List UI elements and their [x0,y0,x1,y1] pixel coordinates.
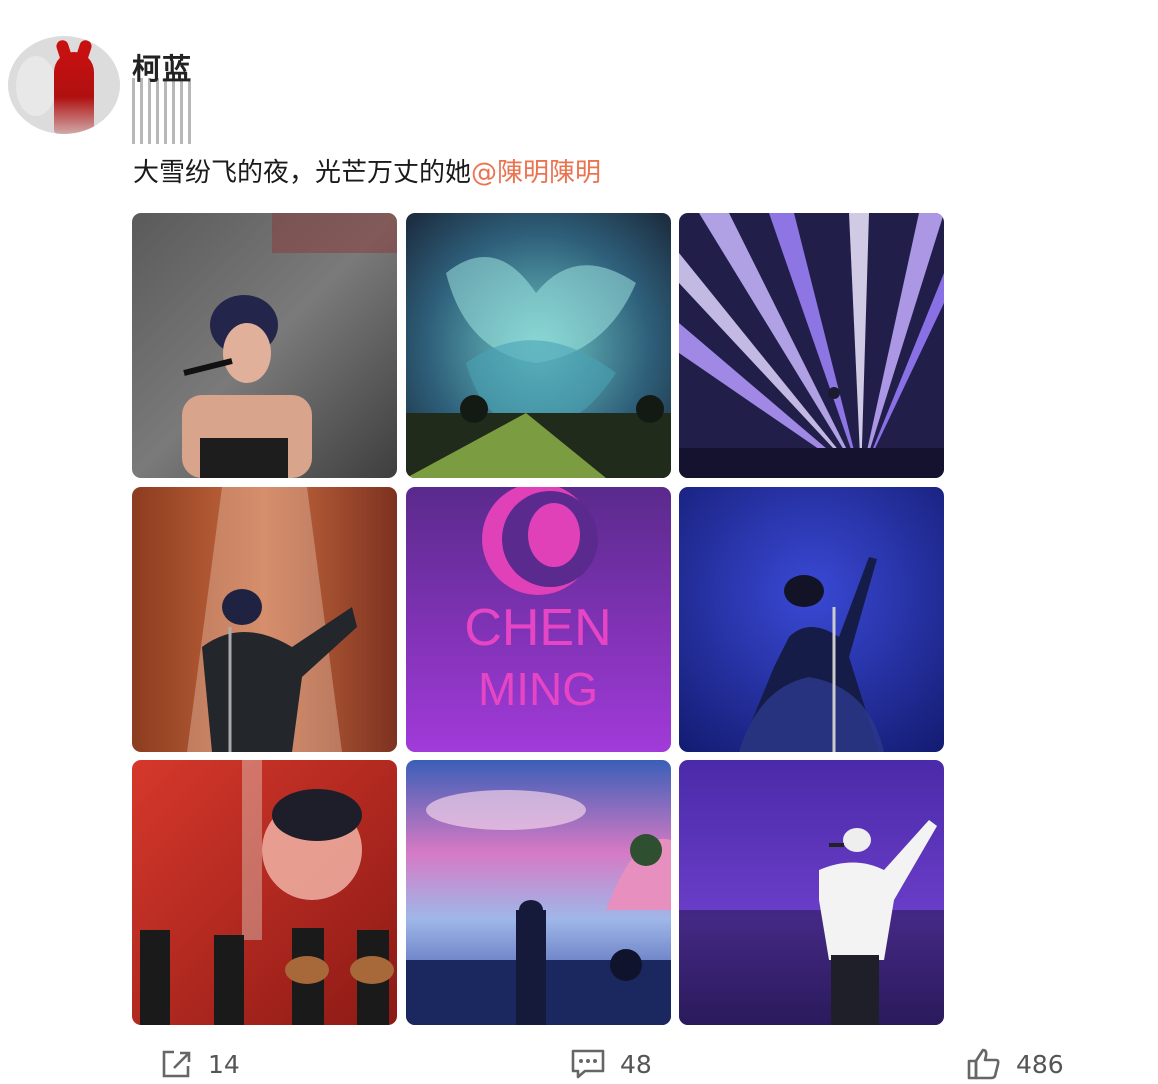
mention-link[interactable]: @陳明陳明 [471,158,601,188]
image-tile[interactable] [132,487,397,752]
image-tile[interactable] [679,213,944,478]
comment-count: 48 [620,1049,652,1079]
photo-laser-beams [679,213,944,478]
like-count: 486 [1016,1049,1064,1079]
weibo-post: 柯蓝 大雪纷飞的夜，光芒万丈的她@陳明陳明 CHEN MING 14 48 48… [0,0,1158,1084]
photo-singer-spotlight-orange [132,487,397,752]
comment-icon [571,1049,605,1079]
post-body: 大雪纷飞的夜，光芒万丈的她 [133,158,472,188]
like-button[interactable]: 486 [966,1044,1064,1084]
photo-singer-black-dress [132,213,397,478]
share-button[interactable]: 14 [160,1044,240,1084]
author-blur-overlay [132,78,192,144]
photo-singer-white-shirt [679,760,944,1025]
thumbs-up-icon [967,1048,1000,1080]
photo-stage-floral-screen [406,213,671,478]
avatar[interactable] [8,36,120,134]
image-tile[interactable] [132,213,397,478]
image-tile[interactable] [679,760,944,1025]
image-tile[interactable] [406,213,671,478]
logo-line-1: CHEN [464,599,611,657]
photo-band-red-screen [132,760,397,1025]
image-tile[interactable] [406,760,671,1025]
post-text: 大雪纷飞的夜，光芒万丈的她@陳明陳明 [133,152,601,189]
photo-singer-seaside-screen [406,760,671,1025]
photo-singer-blue-gown [679,487,944,752]
logo-line-2: MING [478,663,598,715]
action-bar: 14 48 486 [0,1044,1158,1084]
image-tile[interactable] [679,487,944,752]
image-tile[interactable]: CHEN MING [406,487,671,752]
share-icon [162,1050,191,1078]
share-count: 14 [208,1049,240,1079]
image-tile[interactable] [132,760,397,1025]
logo-chen-ming: CHEN MING [406,487,671,752]
image-grid: CHEN MING [132,213,944,1025]
comment-button[interactable]: 48 [570,1044,652,1084]
